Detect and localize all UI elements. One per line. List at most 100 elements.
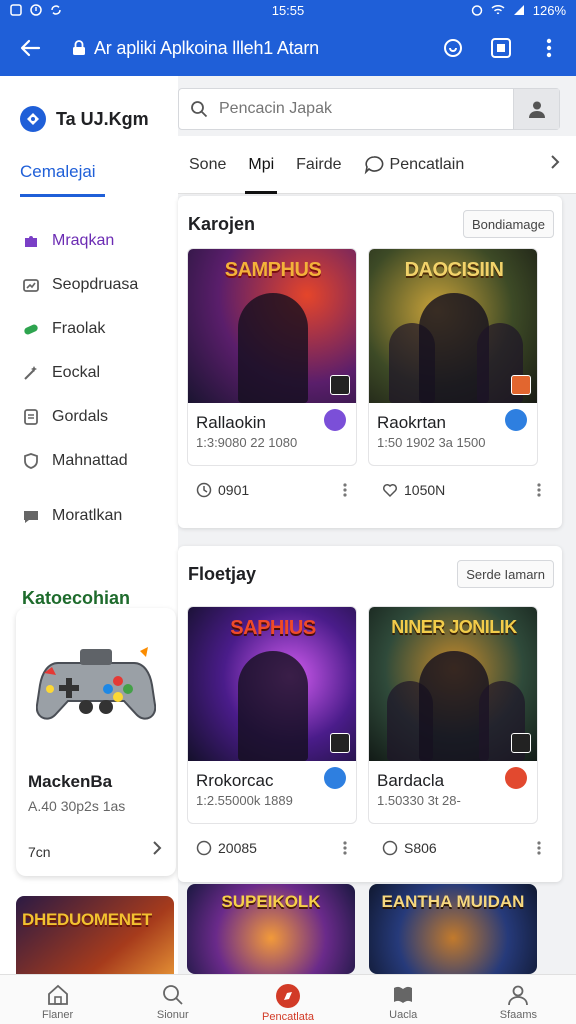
search-icon xyxy=(162,985,183,1005)
brand-name: Ta UJ.Kgm xyxy=(56,108,149,129)
nav-uacla[interactable]: Uacla xyxy=(346,975,461,1024)
more-options-button[interactable] xyxy=(531,478,547,502)
chevron-right-icon[interactable] xyxy=(152,840,162,861)
nav-flaner[interactable]: Flaner xyxy=(0,975,115,1024)
game-meta: 1:50 1902 3a 1500 xyxy=(377,435,486,450)
game-card[interactable]: SAPHIUS Rrokorcac 1:2.55000k 1889 xyxy=(187,606,357,824)
clock-icon xyxy=(382,840,398,856)
puzzle-icon xyxy=(25,236,37,247)
tab-label: Sone xyxy=(189,155,227,173)
stat-value: 1050N xyxy=(404,482,446,498)
app-title-text: Ar apliki Aplkoina llleh1 Atarn xyxy=(94,37,319,58)
tab-pencatlain[interactable]: Pencatlain xyxy=(353,136,476,194)
game-card[interactable]: DAOCISIIN Raokrtan 1:50 1902 3a 1500 xyxy=(368,248,538,466)
nav-label: Sfaams xyxy=(499,1009,538,1021)
game-art-title: NINER JONILIK xyxy=(391,617,517,637)
gamepad-icon xyxy=(36,647,156,720)
game-meta: 1:2.55000k 1889 xyxy=(196,793,293,808)
genre-icon xyxy=(324,767,346,789)
game-stat: S806 xyxy=(382,836,437,860)
sidebar-item-mahnattad[interactable]: Mahnattad xyxy=(0,439,178,483)
game-name: Bardacla xyxy=(377,771,445,790)
section-action-button[interactable]: Serde Iamarn xyxy=(457,560,554,588)
promo-name: MackenBa xyxy=(28,772,113,791)
section-panel-floetjay: Floetjay Serde Iamarn SAPHIUS Rrokorcac … xyxy=(178,546,562,882)
game-art-title: DHEDUOMENET xyxy=(22,910,152,929)
tab-fairde[interactable]: Fairde xyxy=(285,136,352,194)
menu-button[interactable] xyxy=(534,33,564,63)
section-title: Karojen xyxy=(188,214,256,234)
signal-icon xyxy=(513,5,524,15)
game-card[interactable]: NINER JONILIK Bardacla 1.50330 3t 28- xyxy=(368,606,538,824)
promo-count: 7cn xyxy=(28,844,51,860)
tabs-button[interactable] xyxy=(486,33,516,63)
nav-label: Uacla xyxy=(389,1009,418,1021)
more-vert-icon xyxy=(343,841,347,855)
tab-label: Mpi xyxy=(248,155,275,173)
alarm-icon xyxy=(471,5,482,16)
more-vert-icon xyxy=(343,483,347,497)
bottom-game-art-3[interactable]: EANTHA MUIDAN xyxy=(369,884,537,974)
genre-icon xyxy=(505,767,527,789)
game-name: Raokrtan xyxy=(377,413,446,432)
book-icon xyxy=(394,986,413,1003)
sidebar-item-label: Fraolak xyxy=(52,320,106,337)
tabs-scroll-button[interactable] xyxy=(550,154,576,175)
stat-value: 20085 xyxy=(218,840,257,856)
game-character xyxy=(238,293,308,403)
lock-icon xyxy=(73,40,85,55)
game-name: Rallaokin xyxy=(196,413,266,432)
refresh-button[interactable] xyxy=(438,33,468,63)
badge-icon xyxy=(330,733,350,753)
more-options-button[interactable] xyxy=(337,478,353,502)
brand[interactable]: Ta UJ.Kgm xyxy=(0,76,178,142)
game-art-title: DAOCISIIN xyxy=(404,259,504,281)
nav-sfaams[interactable]: Sfaams xyxy=(461,975,576,1024)
clock-icon xyxy=(196,840,212,856)
section-title: Floetjay xyxy=(188,564,257,584)
promo-card[interactable]: MackenBa A.40 30p2s 1as 7cn xyxy=(16,608,176,876)
chat-bubble-icon xyxy=(364,155,383,174)
sidebar-item-gordals[interactable]: Gordals xyxy=(0,395,178,439)
stat-value: 0901 xyxy=(218,482,250,498)
heart-icon xyxy=(382,483,398,498)
sidebar-item-fraolak[interactable]: Fraolak xyxy=(0,307,178,351)
nav-sionur[interactable]: Sionur xyxy=(115,975,230,1024)
app-title: Ar apliki Aplkoina llleh1 Atarn xyxy=(72,38,319,59)
tab-mpi[interactable]: Mpi xyxy=(237,136,285,194)
chart-icon xyxy=(23,279,39,292)
bottom-game-art-2[interactable]: SUPEIKOLK xyxy=(187,884,355,974)
nav-pencatlata[interactable]: Pencatlata xyxy=(230,975,345,1024)
more-options-button[interactable] xyxy=(337,836,353,860)
nav-label: Sionur xyxy=(156,1009,189,1021)
status-right-icons: 126% xyxy=(471,3,566,18)
sidebar: Ta UJ.Kgm Cemalejai Mraqkan Seopdruasa F… xyxy=(0,76,178,996)
nav-label: Pencatlata xyxy=(262,1011,314,1023)
sidebar-item-eockal[interactable]: Eockal xyxy=(0,351,178,395)
genre-icon xyxy=(324,409,346,431)
game-card[interactable]: SAMPHUS Rallaokin 1:3:9080 22 1080 xyxy=(187,248,357,466)
search-input[interactable] xyxy=(219,100,513,118)
game-name: Rrokorcac xyxy=(196,771,274,790)
game-character xyxy=(238,651,308,761)
more-options-button[interactable] xyxy=(531,836,547,860)
game-stat: 0901 xyxy=(196,478,249,502)
sidebar-item-seopdruasa[interactable]: Seopdruasa xyxy=(0,263,178,307)
section-action-button[interactable]: Bondiamage xyxy=(463,210,554,238)
back-button[interactable] xyxy=(12,30,48,66)
app-bar-actions xyxy=(438,33,564,63)
genre-icon xyxy=(505,409,527,431)
battery-level: 126% xyxy=(532,2,566,18)
sidebar-item-mraqkan[interactable]: Mraqkan xyxy=(0,219,178,263)
sidebar-list: Mraqkan Seopdruasa Fraolak Eockal Gordal… xyxy=(0,219,178,538)
sidebar-item-moratlkan[interactable]: Moratlkan xyxy=(0,494,178,538)
gamepad-image xyxy=(16,608,176,748)
tab-sone[interactable]: Sone xyxy=(178,136,237,194)
profile-button[interactable] xyxy=(513,89,559,129)
app-bar: Ar apliki Aplkoina llleh1 Atarn xyxy=(0,20,576,76)
wifi-icon xyxy=(491,4,505,15)
nav-label: Flaner xyxy=(42,1009,74,1021)
sidebar-tab[interactable]: Cemalejai xyxy=(20,162,105,197)
sidebar-item-label: Eockal xyxy=(52,364,101,381)
game-art: SAMPHUS xyxy=(188,249,356,403)
